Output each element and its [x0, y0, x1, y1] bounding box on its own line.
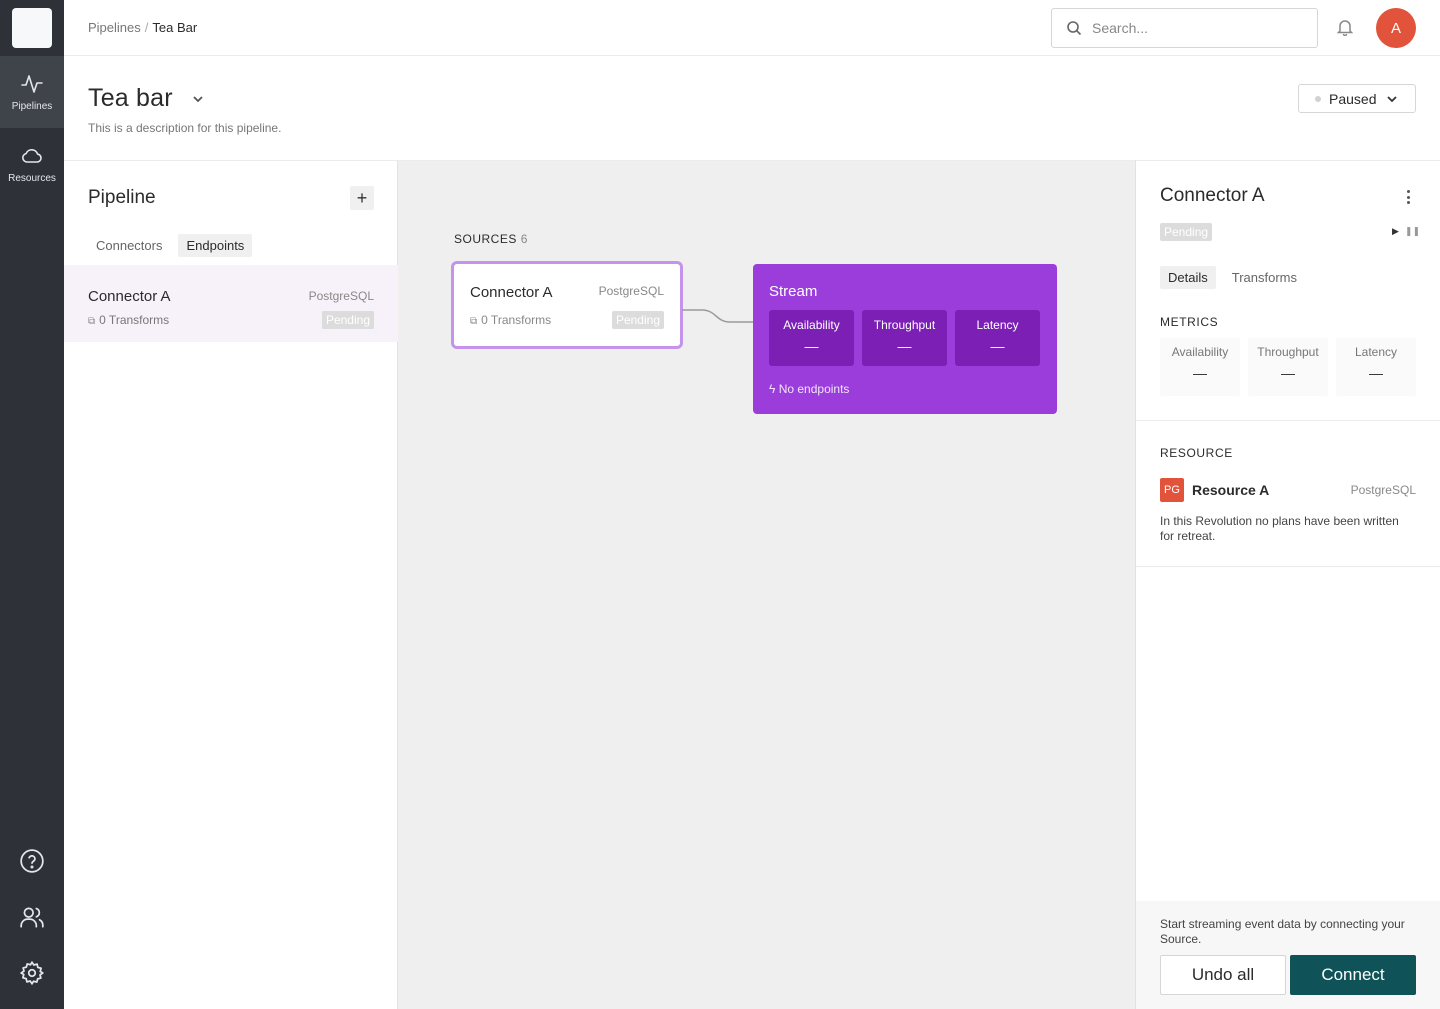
node-name: Connector A	[470, 284, 553, 301]
detail-title: Connector A	[1160, 185, 1265, 206]
metric-latency: Latency —	[1336, 338, 1416, 396]
pipeline-panel: Pipeline + Connectors Endpoints Connecto…	[64, 160, 398, 1009]
metric-throughput: Throughput —	[862, 310, 947, 366]
pipeline-tabs: Connectors Endpoints	[88, 234, 253, 257]
help-icon[interactable]	[18, 847, 46, 875]
detail-tabs: Details Transforms	[1160, 266, 1305, 289]
nav-item-resources[interactable]: Resources	[0, 128, 64, 200]
pause-icon[interactable]: ❚❚	[1405, 226, 1420, 237]
bolt-icon: ϟ	[769, 382, 776, 396]
transforms-count: ⧉ 0 Transforms	[88, 313, 170, 327]
footer-message: Start streaming event data by connecting…	[1160, 917, 1405, 946]
detail-metrics: Availability — Throughput — Latency —	[1160, 338, 1416, 396]
nav-item-pipelines[interactable]: Pipelines	[0, 56, 64, 128]
chevron-down-icon	[1387, 95, 1398, 102]
resource-type: PostgreSQL	[1350, 483, 1416, 497]
app-logo[interactable]	[12, 8, 52, 48]
status-badge: Pending	[321, 311, 374, 329]
page-title: Tea bar	[88, 84, 173, 112]
bell-icon[interactable]	[1336, 18, 1360, 42]
list-item[interactable]: Connector A PostgreSQL ⧉ 0 Transforms Pen…	[64, 265, 398, 342]
gear-icon[interactable]	[18, 959, 46, 987]
breadcrumb-item-pipelines[interactable]: Pipelines	[88, 20, 141, 35]
link-icon: ⧉	[470, 316, 478, 327]
stream-metrics: Availability — Throughput — Latency —	[769, 310, 1040, 366]
playback-controls: ▶ ❚❚	[1392, 226, 1420, 237]
status-dropdown[interactable]: Paused	[1298, 84, 1416, 113]
users-icon[interactable]	[18, 903, 46, 931]
metric-availability: Availability —	[1160, 338, 1240, 396]
metric-availability: Availability —	[769, 310, 854, 366]
metrics-heading: METRICS	[1160, 315, 1219, 329]
status-dot-icon	[1315, 95, 1321, 102]
search-box	[1051, 8, 1318, 48]
nav-rail: Pipelines Resources	[0, 0, 64, 1009]
page-description: This is a description for this pipeline.	[88, 121, 282, 135]
chevron-down-icon[interactable]	[191, 92, 205, 106]
tab-endpoints[interactable]: Endpoints	[178, 234, 253, 257]
resource-row[interactable]: PG Resource A PostgreSQL	[1160, 478, 1416, 502]
connect-button[interactable]: Connect	[1290, 955, 1416, 995]
resource-name: Resource A	[1192, 482, 1270, 498]
detail-panel: Connector A Pending ▶ ❚❚ Details Transfo…	[1135, 160, 1440, 1009]
connector-name: Connector A	[88, 288, 171, 305]
status-badge: Pending	[611, 311, 664, 329]
metric-latency: Latency —	[955, 310, 1040, 366]
pipeline-canvas[interactable]: SOURCES 6 Connector A PostgreSQL ⧉ 0 Tran…	[398, 160, 1135, 1009]
nav-item-label: Resources	[8, 173, 56, 184]
node-type: PostgreSQL	[598, 284, 664, 298]
divider	[1136, 420, 1440, 421]
breadcrumb: Pipelines / Tea Bar	[88, 20, 197, 35]
tab-transforms[interactable]: Transforms	[1224, 266, 1305, 289]
resource-description: In this Revolution no plans have been wr…	[1160, 514, 1399, 543]
sources-label: SOURCES 6	[454, 232, 528, 246]
undo-all-button[interactable]: Undo all	[1160, 955, 1286, 995]
metric-throughput: Throughput —	[1248, 338, 1328, 396]
resource-heading: RESOURCE	[1160, 446, 1233, 460]
stream-node[interactable]: Stream Availability — Throughput — Latency…	[753, 264, 1057, 414]
divider	[1136, 566, 1440, 567]
search-input[interactable]	[1092, 20, 1292, 36]
top-bar: Pipelines/Tea Bar A	[64, 0, 1440, 56]
status-label: Paused	[1329, 90, 1377, 107]
connector-type: PostgreSQL	[308, 289, 374, 303]
stream-title: Stream	[769, 283, 818, 300]
cloud-icon	[22, 148, 42, 163]
status-badge: Pending	[1160, 223, 1213, 241]
connection-line	[682, 309, 754, 323]
more-options-icon[interactable]	[1402, 188, 1414, 206]
no-endpoints-text: ϟ No endpoints	[769, 382, 850, 396]
connector-node[interactable]: Connector A PostgreSQL ⧉ 0 Transforms Pen…	[451, 261, 683, 349]
postgres-icon: PG	[1160, 478, 1184, 502]
node-transforms: ⧉ 0 Transforms	[470, 313, 552, 327]
tab-details[interactable]: Details	[1160, 266, 1216, 289]
tab-connectors[interactable]: Connectors	[88, 234, 170, 257]
breadcrumb-item-current: Tea Bar	[152, 20, 198, 35]
page-header: Tea bar This is a description for this p…	[64, 56, 1440, 160]
nav-item-label: Pipelines	[11, 101, 53, 112]
search-icon	[1067, 21, 1082, 36]
avatar[interactable]: A	[1376, 8, 1416, 48]
play-icon[interactable]: ▶	[1392, 226, 1399, 237]
link-icon: ⧉	[88, 316, 96, 327]
activity-icon	[21, 75, 43, 93]
breadcrumb-separator: /	[144, 20, 149, 35]
action-footer: Start streaming event data by connecting…	[1136, 901, 1440, 1009]
panel-title: Pipeline	[88, 187, 156, 208]
add-button[interactable]: +	[350, 186, 374, 210]
